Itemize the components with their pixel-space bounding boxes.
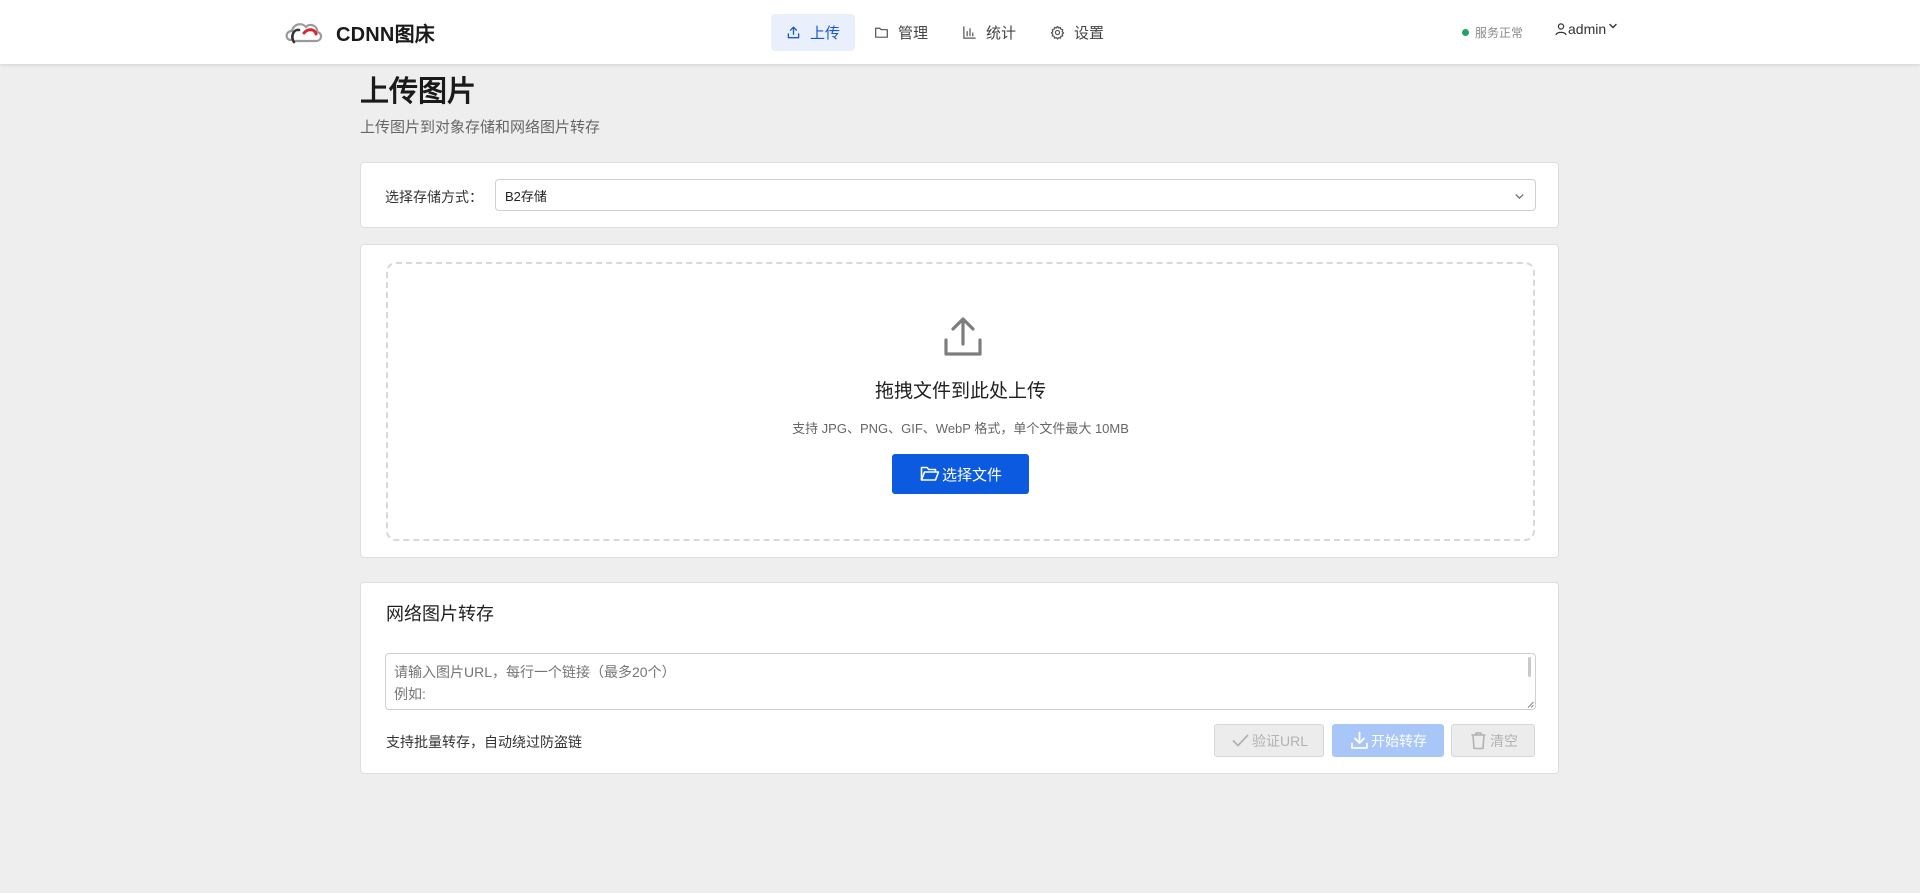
start-transfer-label: 开始转存: [1371, 732, 1427, 749]
transfer-card: 网络图片转存 支持批量转存，自动绕过防盗链 验证URL 开始转存 清空: [360, 582, 1559, 774]
top-navbar: CDNN图床 上传 管理 统计 设置 服务正常 admin: [0, 0, 1920, 64]
nav-item-label: 管理: [898, 25, 929, 42]
page-subtitle: 上传图片到对象存储和网络图片转存: [360, 119, 601, 136]
nav-item-label: 上传: [810, 25, 841, 42]
clear-label: 清空: [1490, 732, 1518, 749]
nav-item-label: 统计: [986, 25, 1017, 42]
upload-dropzone[interactable]: 拖拽文件到此处上传 支持 JPG、PNG、GIF、WebP 格式，单个文件最大 …: [386, 262, 1535, 541]
transfer-hint: 支持批量转存，自动绕过防盗链: [386, 734, 582, 750]
nav-item-upload[interactable]: 上传: [771, 14, 856, 51]
trash-icon: [1471, 732, 1486, 750]
upload-card: 拖拽文件到此处上传 支持 JPG、PNG、GIF、WebP 格式，单个文件最大 …: [360, 244, 1559, 558]
upload-icon: [787, 26, 800, 39]
service-status: 服务正常: [1462, 24, 1523, 41]
nav-item-stats[interactable]: 统计: [947, 14, 1031, 51]
resize-grip-icon[interactable]: [1527, 701, 1534, 708]
username: admin: [1568, 21, 1607, 37]
chevron-down-icon: [1515, 194, 1524, 200]
drop-title: 拖拽文件到此处上传: [874, 381, 1046, 402]
folder-open-icon: [920, 466, 940, 481]
verify-url-button[interactable]: 验证URL: [1214, 724, 1324, 757]
folder-icon: [875, 27, 888, 38]
transfer-title: 网络图片转存: [386, 604, 494, 624]
verify-url-label: 验证URL: [1251, 732, 1308, 749]
status-dot-icon: [1462, 29, 1469, 36]
gear-icon: [1050, 25, 1065, 40]
choose-file-label: 选择文件: [941, 466, 1002, 484]
storage-label: 选择存储方式：: [385, 189, 483, 205]
check-icon: [1232, 734, 1249, 747]
user-icon: [1555, 23, 1567, 36]
storage-card: 选择存储方式： B2存储: [360, 162, 1559, 228]
brand-name: CDNN图床: [336, 23, 435, 46]
user-menu[interactable]: admin: [1554, 21, 1618, 37]
upload-icon: [944, 317, 982, 356]
storage-select[interactable]: B2存储: [495, 179, 1536, 211]
nav-item-manage[interactable]: 管理: [859, 14, 943, 51]
drop-hint: 支持 JPG、PNG、GIF、WebP 格式，单个文件最大 10MB: [792, 421, 1129, 436]
brand[interactable]: CDNN图床: [284, 16, 435, 48]
start-transfer-button[interactable]: 开始转存: [1332, 724, 1444, 757]
bar-chart-icon: [963, 26, 976, 39]
page-title: 上传图片: [360, 76, 477, 108]
scrollbar[interactable]: [1528, 657, 1531, 677]
chevron-down-icon: [1609, 23, 1617, 29]
main-nav: 上传 管理 统计 设置: [771, 14, 1123, 51]
status-text: 服务正常: [1475, 26, 1524, 40]
clear-button[interactable]: 清空: [1451, 724, 1535, 757]
storage-selected-value: B2存储: [505, 188, 547, 204]
nav-item-label: 设置: [1074, 25, 1105, 42]
choose-file-button[interactable]: 选择文件: [892, 454, 1029, 494]
download-icon: [1351, 731, 1368, 749]
url-input[interactable]: [385, 653, 1536, 710]
nav-item-settings[interactable]: 设置: [1035, 14, 1119, 51]
logo-icon: [285, 23, 323, 44]
